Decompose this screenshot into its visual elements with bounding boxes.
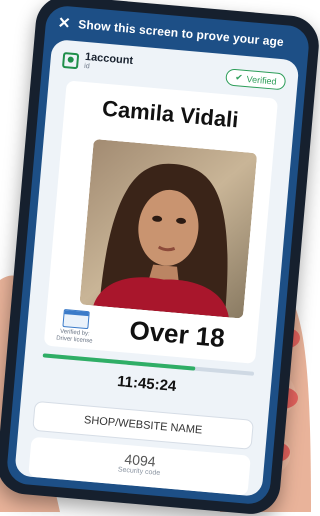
phone-screen: ✕ Show this screen to prove your age 1ac… — [5, 4, 311, 506]
verified-badge: ✔ Verified — [225, 68, 287, 91]
phone-frame: ✕ Show this screen to prove your age 1ac… — [0, 0, 320, 516]
verified-label: Verified — [246, 73, 278, 87]
check-icon: ✔ — [234, 72, 244, 83]
phone: ✕ Show this screen to prove your age 1ac… — [0, 0, 320, 516]
person-icon — [61, 51, 80, 69]
id-card: 1account id ✔ Verified Camila Vidali Ver… — [14, 38, 300, 497]
profile-photo — [79, 138, 258, 319]
identity-panel: Camila Vidali Verified by: Driver licens… — [43, 80, 279, 364]
age-claim: Over 18 — [128, 314, 227, 354]
verification-method: Verified by: Driver license — [54, 308, 97, 345]
driver-license-icon — [62, 309, 90, 330]
person-name: Camila Vidali — [101, 95, 240, 133]
brand: 1account id — [61, 50, 134, 75]
close-icon[interactable]: ✕ — [57, 14, 71, 32]
verification-text: Verified by: Driver license — [55, 328, 93, 345]
